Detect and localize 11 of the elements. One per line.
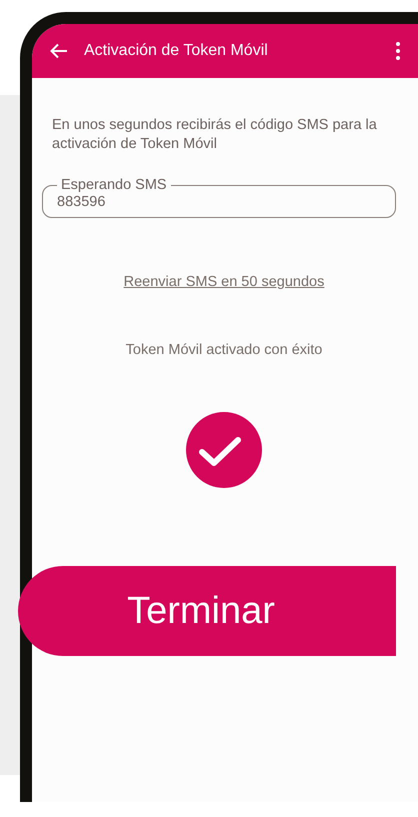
instruction-text: En unos segundos recibirás el código SMS para la activación de Token Móvil bbox=[52, 116, 378, 154]
sms-code-field[interactable]: Esperando SMS 883596 bbox=[42, 177, 396, 218]
check-circle-icon bbox=[186, 412, 262, 488]
header-title: Activación de Token Móvil bbox=[84, 42, 269, 60]
success-message: Token Móvil activado con éxito bbox=[126, 342, 322, 358]
resend-sms-link[interactable]: Reenviar SMS en 50 segundos bbox=[124, 274, 324, 290]
field-label: Esperando SMS bbox=[60, 177, 168, 193]
back-arrow-icon[interactable] bbox=[50, 43, 68, 59]
finish-button[interactable]: Terminar bbox=[18, 566, 396, 656]
code-input[interactable]: 883596 bbox=[57, 194, 381, 210]
more-options-icon[interactable] bbox=[396, 42, 400, 60]
